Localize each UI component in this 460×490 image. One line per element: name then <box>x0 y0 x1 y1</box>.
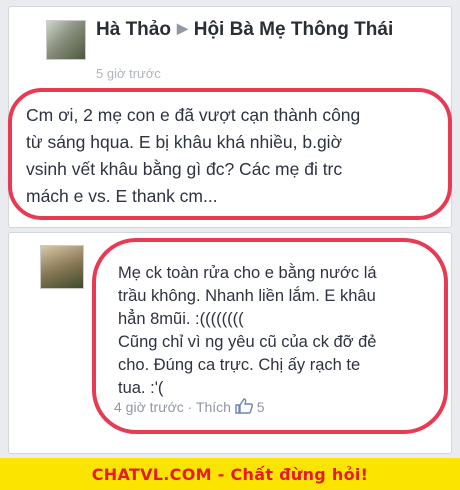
meta-separator: · <box>187 399 193 415</box>
post-line: vsinh vết khâu bằng gì đc? Các mẹ đi trc <box>26 159 343 179</box>
comment-line: trầu không. Nhanh liền lắm. E khâu <box>118 287 376 305</box>
post-line: mách e vs. E thank cm... <box>26 186 218 206</box>
post-timestamp[interactable]: 5 giờ trước <box>96 66 161 81</box>
like-count: 5 <box>256 399 265 415</box>
thumbs-up-icon[interactable] <box>235 398 253 414</box>
comment-line: Mẹ ck toàn rửa cho e bằng nước lá <box>118 264 377 282</box>
comment-meta: 4 giờ trước · Thích 5 <box>114 398 265 415</box>
arrow-right-icon: ▶ <box>176 20 188 36</box>
comment-line: Cũng chỉ vì ng yêu cũ của ck đỡ đẻ <box>118 333 377 351</box>
comment-line: hẳn 8mũi. :(((((((( <box>118 310 244 328</box>
comment-line: cho. Đúng ca trực. Chị ấy rạch te <box>118 356 361 374</box>
author-name[interactable]: Hà Thảo <box>96 19 171 40</box>
post-line: Cm ơi, 2 mẹ con e đã vượt cạn thành công <box>26 105 361 125</box>
comment-body: Mẹ ck toàn rửa cho e bằng nước lá trầu k… <box>118 262 438 400</box>
commenter-avatar[interactable] <box>40 245 84 289</box>
author-avatar[interactable] <box>46 20 86 60</box>
watermark-banner: CHATVL.COM - Chất đừng hỏi! <box>0 458 460 490</box>
group-name[interactable]: Hội Bà Mẹ Thông Thái <box>194 19 394 40</box>
like-link[interactable]: Thích <box>196 399 231 415</box>
banner-text: CHATVL.COM - Chất đừng hỏi! <box>91 464 369 484</box>
post-header: Hà Thảo ▶ Hội Bà Mẹ Thông Thái <box>96 16 396 42</box>
comment-line: tua. :'( <box>118 379 164 397</box>
post-body: Cm ơi, 2 mẹ con e đã vượt cạn thành công… <box>26 102 426 210</box>
comment-timestamp[interactable]: 4 giờ trước <box>114 399 184 415</box>
post-line: từ sáng hqua. E bị khâu khá nhiều, b.giờ <box>26 132 343 152</box>
